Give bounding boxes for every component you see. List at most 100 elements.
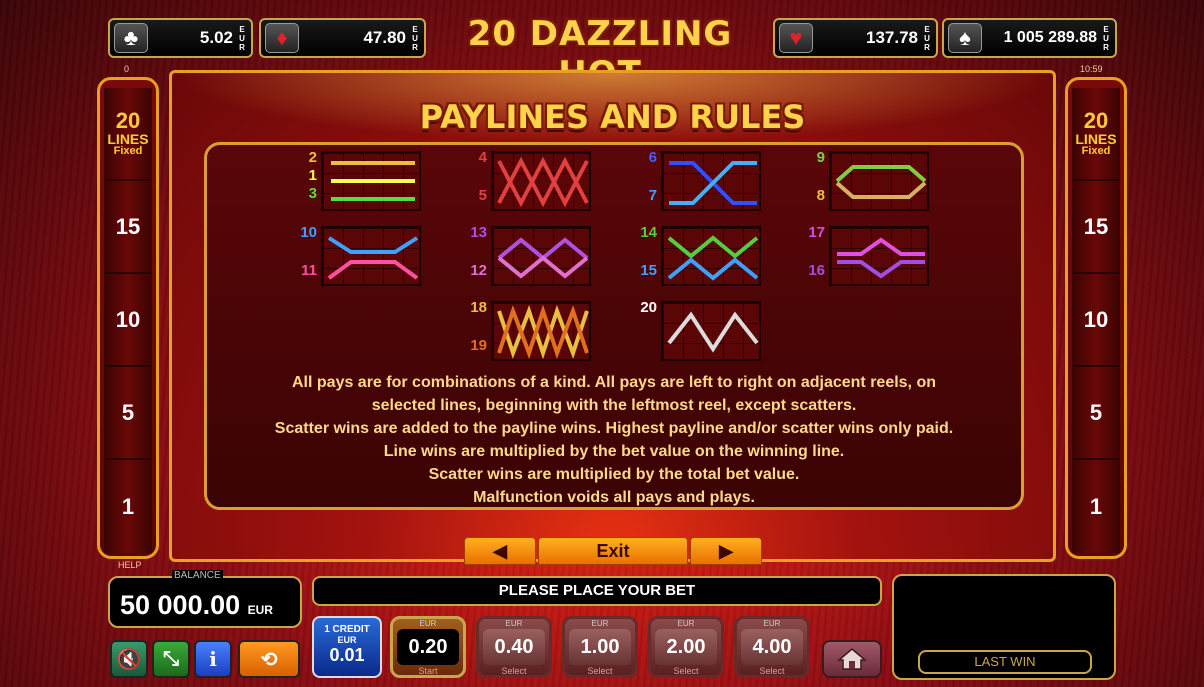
lines-indicator: 20 LINES Fixed: [1072, 88, 1120, 181]
info-icon[interactable]: i: [194, 640, 232, 678]
autoplay-icon[interactable]: ⟲: [238, 640, 300, 678]
lines-level: 1: [1072, 460, 1120, 553]
exit-button[interactable]: Exit: [538, 537, 688, 565]
lines-level: 15: [1072, 181, 1120, 274]
jackpot-currency: EUR: [412, 24, 418, 52]
payline-diagram: [321, 226, 421, 286]
jackpot-diamonds: ♦ 47.80 EUR: [259, 18, 426, 58]
bet-value: 2.00: [655, 629, 717, 665]
bet-button-2.00[interactable]: EUR 2.00 Select: [648, 616, 724, 678]
jackpot-value: 5.02: [199, 28, 233, 47]
payline-diagram: [321, 151, 421, 211]
payline-number: 14: [640, 224, 657, 241]
credit-label: 1 CREDIT: [324, 624, 370, 635]
payline-number: 11: [301, 262, 317, 279]
payline-number: 2: [308, 149, 317, 166]
home-icon: [837, 648, 867, 670]
next-page-button[interactable]: ▶: [690, 537, 762, 565]
bet-sub-label: Start: [418, 666, 438, 676]
payline-number: 18: [470, 299, 487, 316]
payline-number: 17: [808, 224, 825, 241]
payline-number: 19: [470, 337, 487, 354]
payline-number: 16: [808, 262, 825, 279]
lines-level: 15: [104, 181, 152, 274]
paylines-box: 2 1 3 4 5 6 7 9 8 10 11 13 12 14 15 17 1…: [204, 142, 1024, 510]
balance-amount: 50 000.00 EUR: [120, 590, 273, 621]
payline-diagram: [661, 301, 761, 361]
payline-number: 20: [640, 299, 657, 316]
payline-number: 10: [300, 224, 317, 241]
payline-diagram: [829, 226, 929, 286]
home-button[interactable]: [822, 640, 882, 678]
payline-number: 9: [816, 149, 825, 166]
fullscreen-icon[interactable]: ⤡: [152, 640, 190, 678]
lines-indicator: 20 LINES Fixed: [104, 88, 152, 181]
bet-currency: EUR: [591, 619, 609, 628]
payline-diagram: [491, 301, 591, 361]
credit-currency: EUR: [337, 635, 357, 645]
jackpot-clubs: ♣ 5.02 EUR: [108, 18, 253, 58]
balance-currency: EUR: [247, 603, 273, 617]
jackpot-value: 47.80: [363, 28, 406, 47]
jackpot-currency: EUR: [924, 24, 930, 52]
payline-diagram: [661, 226, 761, 286]
rules-line: selected lines, beginning with the leftm…: [371, 397, 857, 414]
payline-number: 3: [308, 185, 317, 202]
bet-currency: EUR: [677, 619, 695, 628]
sound-off-icon[interactable]: 🔇: [110, 640, 148, 678]
spades-icon: ♠: [948, 23, 982, 53]
payline-number: 1: [308, 167, 317, 184]
rules-text: All pays are for combinations of a kind.…: [207, 371, 1021, 509]
lines-column-right: 20 LINES Fixed 15 10 5 1: [1065, 77, 1127, 559]
jackpot-value: 1 005 289.88: [1003, 29, 1097, 46]
credit-amount: 0.01: [329, 645, 365, 665]
status-message: PLEASE PLACE YOUR BET: [312, 576, 882, 606]
bet-value: 1.00: [569, 629, 631, 665]
bet-sub-label: Select: [759, 666, 785, 676]
payline-number: 8: [816, 187, 825, 204]
jackpot-value: 137.78: [866, 28, 918, 47]
jackpot-hearts: ♥ 137.78 EUR: [773, 18, 938, 58]
bet-currency: EUR: [419, 619, 437, 628]
last-win-display: LAST WIN: [892, 574, 1116, 680]
balance-value: 50 000.00: [120, 590, 241, 620]
lines-level: 10: [104, 274, 152, 367]
bet-value: 4.00: [741, 629, 803, 665]
balance-label: BALANCE: [172, 570, 223, 581]
help-label: HELP: [118, 560, 142, 570]
payline-number: 15: [640, 262, 657, 279]
lines-label: LINES: [1075, 131, 1117, 147]
payline-diagram: [829, 151, 929, 211]
bet-button-4.00[interactable]: EUR 4.00 Select: [734, 616, 810, 678]
bet-sub-label: Select: [587, 666, 613, 676]
credit-value-button[interactable]: 1 CREDIT EUR 0.01: [312, 616, 382, 678]
rules-line: Line wins are multiplied by the bet valu…: [383, 443, 845, 460]
lines-mode: Fixed: [113, 145, 143, 157]
lines-mode: Fixed: [1081, 145, 1111, 157]
hearts-icon: ♥: [779, 23, 813, 53]
lines-level: 5: [1072, 367, 1120, 460]
bet-value: 0.20: [397, 629, 459, 665]
rules-line: All pays are for combinations of a kind.…: [292, 374, 936, 391]
payline-number: 5: [478, 187, 487, 204]
payline-diagram: [491, 151, 591, 211]
payline-number: 4: [478, 149, 487, 166]
bet-sub-label: Select: [501, 666, 527, 676]
lines-column-left: 20 LINES Fixed 15 10 5 1: [97, 77, 159, 559]
counter-label: 0: [124, 64, 130, 74]
bet-button-0.40[interactable]: EUR 0.40 Select: [476, 616, 552, 678]
payline-number: 6: [648, 149, 657, 166]
bet-button-1.00[interactable]: EUR 1.00 Select: [562, 616, 638, 678]
bet-currency: EUR: [763, 619, 781, 628]
last-win-label: LAST WIN: [918, 650, 1092, 674]
lines-count: 20: [115, 108, 141, 133]
bet-button-0.20[interactable]: EUR 0.20 Start: [390, 616, 466, 678]
rules-line: Scatter wins are added to the payline wi…: [274, 420, 954, 437]
rules-line: Scatter wins are multiplied by the total…: [428, 466, 800, 483]
lines-level: 1: [104, 460, 152, 553]
payline-diagram: [491, 226, 591, 286]
lines-label: LINES: [107, 131, 149, 147]
prev-page-button[interactable]: ◀: [464, 537, 536, 565]
payline-number: 12: [470, 262, 487, 279]
bet-value: 0.40: [483, 629, 545, 665]
